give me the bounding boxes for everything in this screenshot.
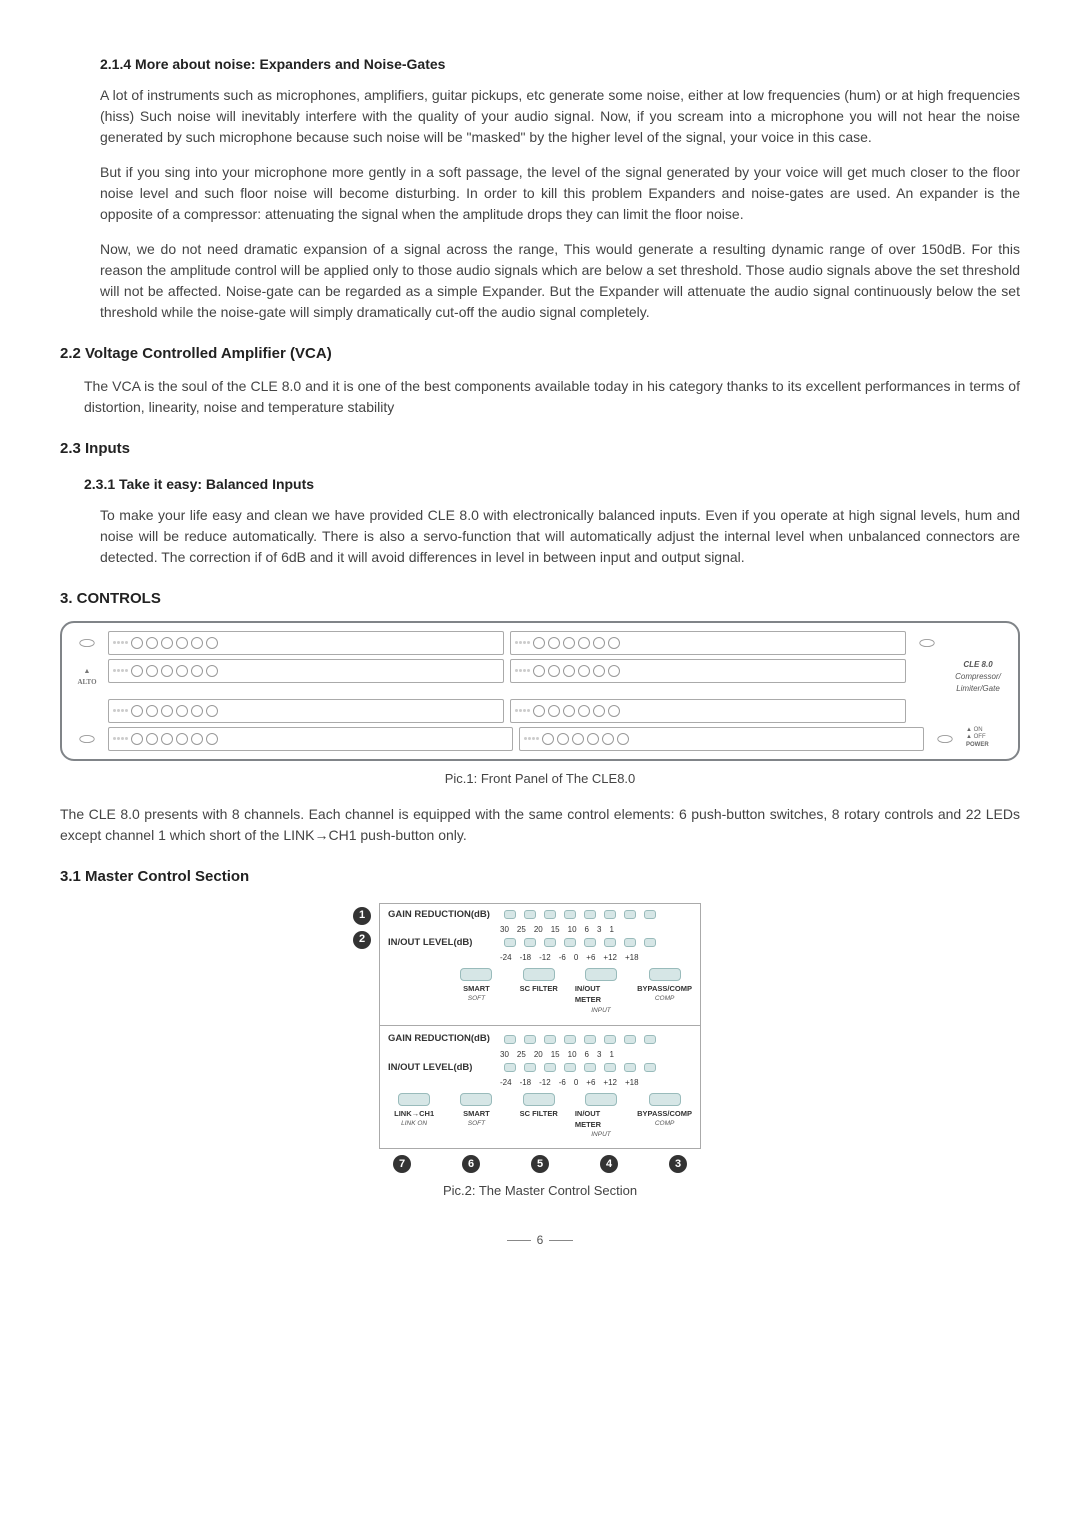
para-214-2: But if you sing into your microphone mor… [100, 162, 1020, 225]
inout-button: IN/OUT METER INPUT [575, 1093, 627, 1140]
panel-screw-bl [72, 727, 102, 751]
master-diagram: 1 2 GAIN REDUCTION(dB) 3025 2015 106 31 … [379, 903, 701, 1174]
power-label: ▲ ON ▲ OFF POWER [966, 727, 1008, 751]
callout-4: 4 [600, 1155, 618, 1173]
callout-7: 7 [393, 1155, 411, 1173]
channel-5 [510, 631, 906, 655]
para-214-3: Now, we do not need dramatic expansion o… [100, 239, 1020, 323]
smart-button: SMART SOFT [450, 1093, 502, 1140]
panel-screw-br [930, 727, 960, 751]
brand-label: ▲ALTO [72, 659, 102, 695]
bottom-callouts: 7 6 5 4 3 [379, 1149, 701, 1173]
heading-22: 2.2 Voltage Controlled Amplifier (VCA) [60, 343, 1020, 366]
heading-23: 2.3 Inputs [60, 438, 1020, 461]
model-label: CLE 8.0Compressor/ Limiter/Gate [948, 659, 1008, 695]
callout-5: 5 [531, 1155, 549, 1173]
spacer-r2 [912, 659, 942, 695]
channel-4 [108, 727, 513, 751]
gr-values-2: 3025 2015 106 31 [500, 1049, 692, 1061]
inout-button-upper: IN/OUT METER INPUT [575, 968, 627, 1015]
scfilter-button: SC FILTER [513, 1093, 565, 1140]
spacer-l3 [72, 699, 102, 723]
channel-3 [108, 699, 504, 723]
channel-2 [108, 659, 504, 683]
channel-7 [510, 699, 906, 723]
inout-level-label-2: IN/OUT LEVEL(dB) [388, 1061, 498, 1075]
link-button: LINK→CH1 LINK ON [388, 1093, 440, 1140]
para-22-1: The VCA is the soul of the CLE 8.0 and i… [84, 376, 1020, 418]
caption-pic1: Pic.1: Front Panel of The CLE8.0 [60, 769, 1020, 789]
heading-214: 2.1.4 More about noise: Expanders and No… [100, 54, 1020, 75]
callout-3: 3 [669, 1155, 687, 1173]
gain-reduction-label-2: GAIN REDUCTION(dB) [388, 1032, 498, 1046]
channel-8 [519, 727, 924, 751]
callout-2: 2 [353, 931, 371, 949]
heading-231: 2.3.1 Take it easy: Balanced Inputs [84, 474, 1020, 495]
panel-screw-tr [912, 631, 942, 655]
io-values: -24-18 -12-6 0+6 +12+18 [500, 952, 692, 964]
channel-6 [510, 659, 906, 683]
bypass-button: BYPASS/COMP COMP [637, 1093, 692, 1140]
bypass-button-upper: BYPASS/COMP COMP [637, 968, 692, 1015]
page-number: 6 [60, 1231, 1020, 1249]
para-3-intro: The CLE 8.0 presents with 8 channels. Ea… [60, 804, 1020, 846]
callout-1: 1 [353, 907, 371, 925]
caption-pic2: Pic.2: The Master Control Section [60, 1181, 1020, 1201]
channel-1 [108, 631, 504, 655]
para-214-1: A lot of instruments such as microphones… [100, 85, 1020, 148]
heading-31: 3.1 Master Control Section [60, 866, 1020, 889]
scfilter-button-upper: SC FILTER [513, 968, 565, 1015]
heading-3: 3. CONTROLS [60, 588, 1020, 611]
panel-screw-tl [72, 631, 102, 655]
master-lower: GAIN REDUCTION(dB) 3025 2015 106 31 IN/O… [380, 1028, 700, 1148]
io-values-2: -24-18 -12-6 0+6 +12+18 [500, 1077, 692, 1089]
callout-6: 6 [462, 1155, 480, 1173]
front-panel-diagram: ▲ALTO CLE 8.0Compressor/ Limiter/Gate [60, 621, 1020, 761]
spacer-r3 [912, 699, 942, 723]
para-231-1: To make your life easy and clean we have… [100, 505, 1020, 568]
gain-reduction-label: GAIN REDUCTION(dB) [388, 908, 498, 922]
smart-button-upper: SMART SOFT [450, 968, 502, 1015]
master-upper: GAIN REDUCTION(dB) 3025 2015 106 31 IN/O… [380, 904, 700, 1024]
inout-level-label: IN/OUT LEVEL(dB) [388, 936, 498, 950]
gr-values: 3025 2015 106 31 [500, 924, 692, 936]
